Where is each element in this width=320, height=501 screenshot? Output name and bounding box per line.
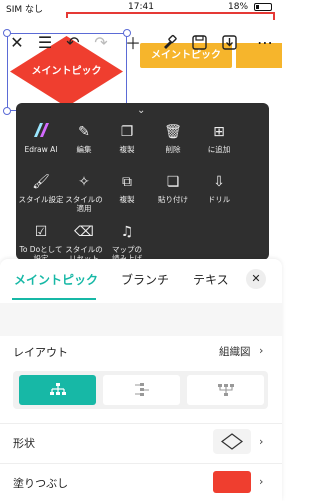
save-icon[interactable]: [186, 28, 212, 56]
menu-item-delete[interactable]: 🗑︎ 削除: [148, 108, 198, 156]
connector-line: [273, 12, 275, 20]
connector-line: [66, 12, 275, 14]
menu-item-label: 貼り付け: [158, 195, 188, 204]
menu-item-copy[interactable]: ⧉ 複製: [102, 158, 152, 206]
resize-handle[interactable]: [3, 107, 11, 115]
menu-item-read-aloud[interactable]: ♫ マップの 読み上げ: [102, 208, 152, 263]
tree-layout-icon: [134, 383, 149, 396]
top-toolbar: ✕ ☰ ↶ ↷ ＋ ⋯: [0, 28, 282, 56]
chevron-right-icon[interactable]: ›: [259, 435, 263, 448]
fill-label: 塗りつぶし: [13, 477, 69, 490]
menu-item-label: ドリル: [207, 195, 231, 204]
main-topic-label: メイントピック: [31, 66, 102, 77]
delete-icon: 🗑︎: [164, 124, 182, 140]
context-menu: ⌄ Edraw AI ✎ 編集 ❐ 複製 🗑︎ 削除 ⊞ に追加 🖌︎ スタイル…: [16, 103, 269, 263]
read-aloud-icon: ♫: [120, 224, 134, 240]
close-icon[interactable]: ✕: [4, 28, 30, 56]
shape-label: 形状: [13, 437, 35, 450]
menu-item-label: に追加: [207, 145, 231, 154]
tab-branch[interactable]: ブランチ: [121, 271, 169, 288]
layout-upward-option[interactable]: [187, 375, 264, 405]
clock: 17:41: [128, 2, 154, 12]
paste-icon: ❏: [166, 174, 180, 190]
battery-icon: [254, 3, 272, 11]
battery-percent: 18%: [228, 2, 249, 12]
layout-label: レイアウト: [13, 346, 68, 359]
menu-item-paste[interactable]: ❏ 貼り付け: [148, 158, 198, 206]
copy-icon: ⧉: [122, 174, 132, 190]
add-box-icon: ⊞: [213, 124, 225, 140]
panel-spacer: [0, 303, 282, 336]
divider: [0, 423, 282, 424]
layout-options: [13, 371, 268, 409]
tab-text[interactable]: テキス: [193, 271, 229, 288]
tab-main-topic[interactable]: メイントピック: [14, 271, 98, 288]
download-icon[interactable]: [216, 28, 242, 56]
properties-panel: メイントピック ブランチ テキス ✕ レイアウト 組織図 › 形状 › 塗りつぶ…: [0, 259, 282, 501]
menu-item-add-to[interactable]: ⊞ に追加: [194, 108, 244, 156]
diamond-shape-icon: [221, 433, 243, 450]
undo-icon[interactable]: ↶: [60, 28, 86, 56]
org-chart-icon: [49, 383, 66, 395]
layout-org-chart-option[interactable]: [19, 375, 96, 405]
active-tab-indicator: [12, 298, 96, 300]
panel-tabs: メイントピック ブランチ テキス ✕: [0, 259, 282, 302]
fill-color-swatch[interactable]: [213, 471, 251, 493]
more-icon[interactable]: ⋯: [252, 28, 278, 56]
layout-tree-option[interactable]: [103, 375, 180, 405]
connector-line: [66, 14, 68, 18]
drill-icon: ⇩: [213, 174, 225, 190]
close-panel-button[interactable]: ✕: [246, 269, 266, 289]
list-icon[interactable]: ☰: [32, 28, 58, 56]
chevron-right-icon[interactable]: ›: [259, 475, 263, 488]
menu-item-label: 複製: [119, 145, 135, 154]
menu-item-label: 複製: [119, 195, 135, 204]
format-painter-icon[interactable]: [156, 28, 182, 56]
menu-item-label: マップの: [112, 245, 142, 254]
menu-item-duplicate[interactable]: ❐ 複製: [102, 108, 152, 156]
shape-selector[interactable]: [213, 429, 251, 454]
menu-item-drill[interactable]: ⇩ ドリル: [194, 158, 244, 206]
layout-value[interactable]: 組織図: [219, 344, 251, 359]
redo-icon[interactable]: ↷: [88, 28, 114, 56]
menu-item-label: 削除: [165, 145, 181, 154]
add-icon[interactable]: ＋: [120, 28, 146, 56]
close-icon: ✕: [251, 272, 261, 285]
duplicate-icon: ❐: [120, 124, 134, 140]
chevron-right-icon[interactable]: ›: [259, 344, 263, 357]
upward-layout-icon: [217, 384, 234, 396]
divider: [0, 463, 282, 464]
